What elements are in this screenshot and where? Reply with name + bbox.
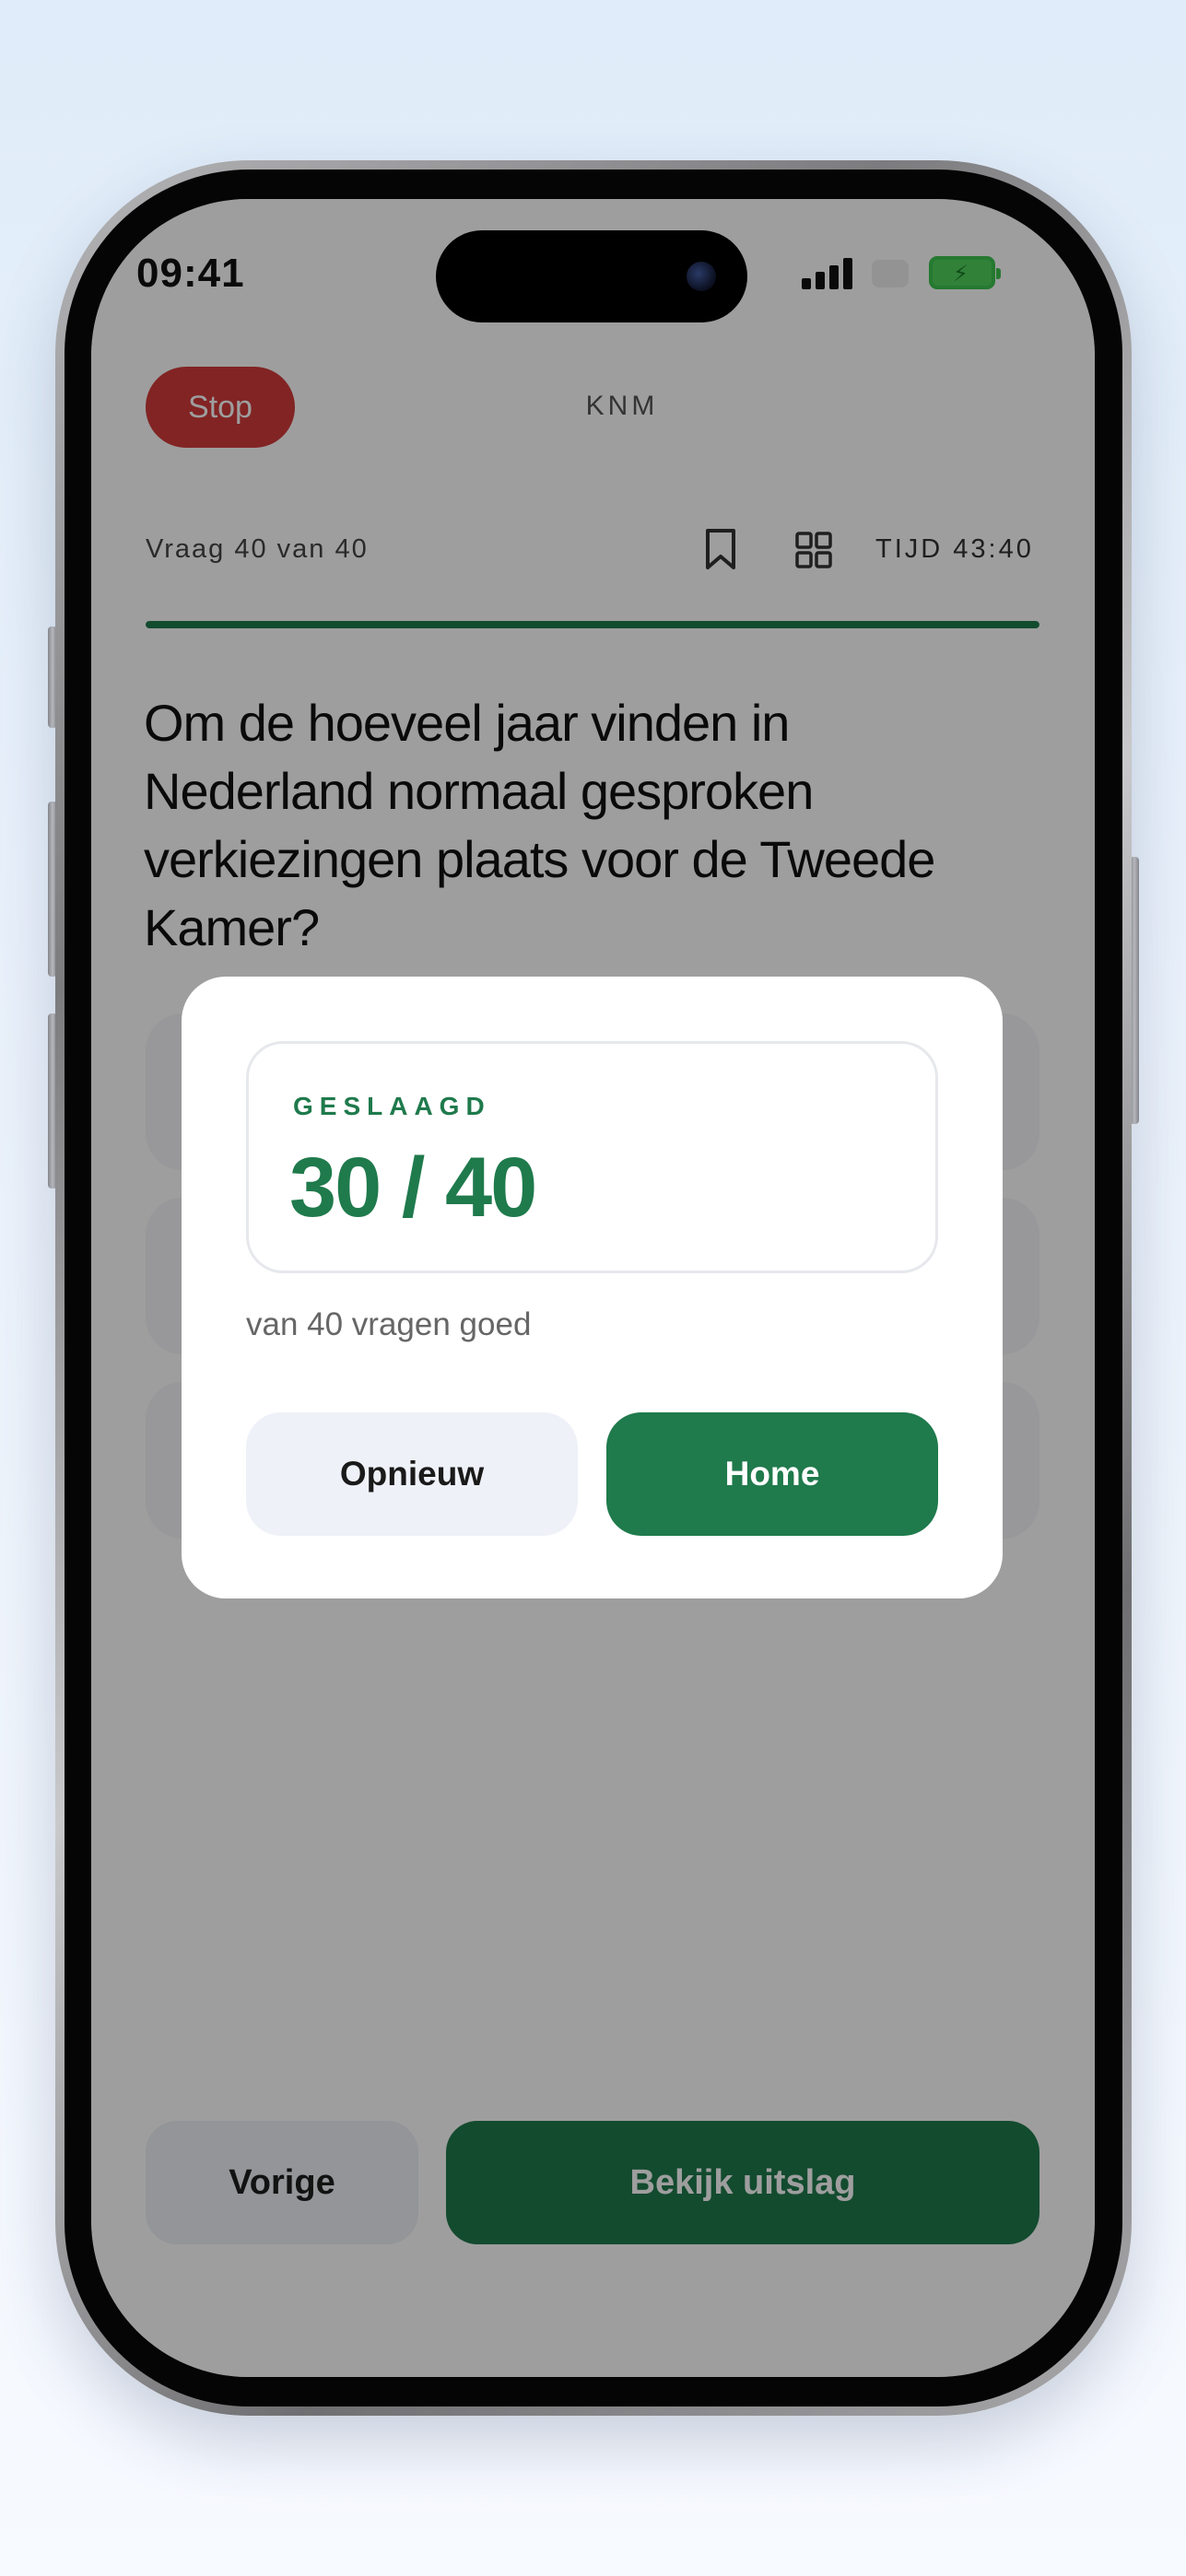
- home-button[interactable]: Home: [606, 1412, 938, 1536]
- camera-icon: [687, 262, 716, 291]
- result-modal: GESLAAGD 30 / 40 van 40 vragen goed Opni…: [182, 977, 1003, 1598]
- score-card: GESLAAGD 30 / 40: [246, 1041, 938, 1273]
- dynamic-island: [436, 230, 747, 322]
- pass-status-label: GESLAAGD: [293, 1092, 491, 1120]
- score-value: 30 / 40: [289, 1141, 537, 1235]
- retry-button[interactable]: Opnieuw: [246, 1412, 578, 1536]
- score-subtitle: van 40 vragen goed: [246, 1306, 532, 1342]
